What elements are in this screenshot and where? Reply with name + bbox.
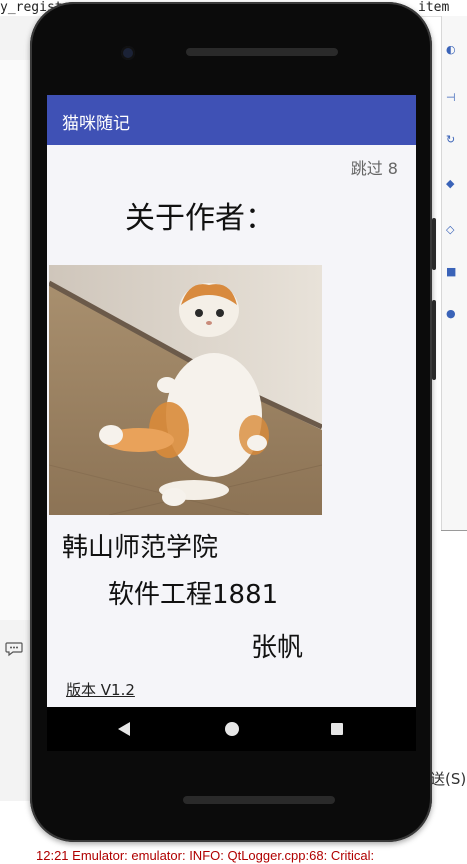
recent-square-icon[interactable]	[331, 723, 343, 735]
home-circle-icon[interactable]	[225, 722, 239, 736]
toolbar-icon[interactable]: ■	[446, 266, 458, 278]
camera-icon	[121, 46, 135, 60]
app-bar: 猫咪随记	[47, 95, 416, 145]
toolbar-icon[interactable]: ⊣	[446, 92, 458, 104]
ide-right-toolbar: ◐ ⊣ ↻ ◆ ◇ ■ ●	[441, 16, 467, 530]
android-nav-bar	[47, 707, 416, 751]
toolbar-icon[interactable]: ↻	[446, 134, 458, 146]
version-link[interactable]: 版本 V1.2	[66, 679, 135, 700]
volume-button[interactable]	[432, 300, 436, 380]
major-name: 软件工程1881	[108, 580, 279, 610]
skip-button[interactable]: 跳过 8	[351, 155, 398, 179]
toolbar-icon[interactable]: ◐	[446, 44, 458, 56]
speaker-bottom	[183, 796, 335, 804]
toolbar-icon[interactable]: ●	[446, 308, 458, 320]
chat-bubble-icon[interactable]	[5, 641, 23, 657]
ide-tab-right[interactable]: item	[418, 0, 449, 15]
back-triangle-icon[interactable]	[118, 722, 130, 736]
about-heading: 关于作者：	[125, 201, 275, 236]
app-screen: 猫咪随记 跳过 8 关于作者： 韩山师范学院 软件工程1881 张帆 版本 V1…	[47, 95, 416, 707]
toolbar-icon[interactable]: ◇	[446, 224, 458, 236]
ide-divider	[441, 530, 467, 531]
power-button[interactable]	[432, 218, 436, 270]
toolbar-icon[interactable]: ◆	[446, 178, 458, 190]
app-title: 猫咪随记	[62, 114, 130, 134]
emulator-log-text: 12:21 Emulator: emulator: INFO: QtLogger…	[36, 848, 375, 863]
cat-photo	[49, 265, 322, 515]
send-button[interactable]: 送(S)	[430, 768, 466, 789]
school-name: 韩山师范学院	[62, 533, 219, 563]
speaker-top	[186, 48, 338, 56]
author-name: 张帆	[251, 633, 304, 663]
